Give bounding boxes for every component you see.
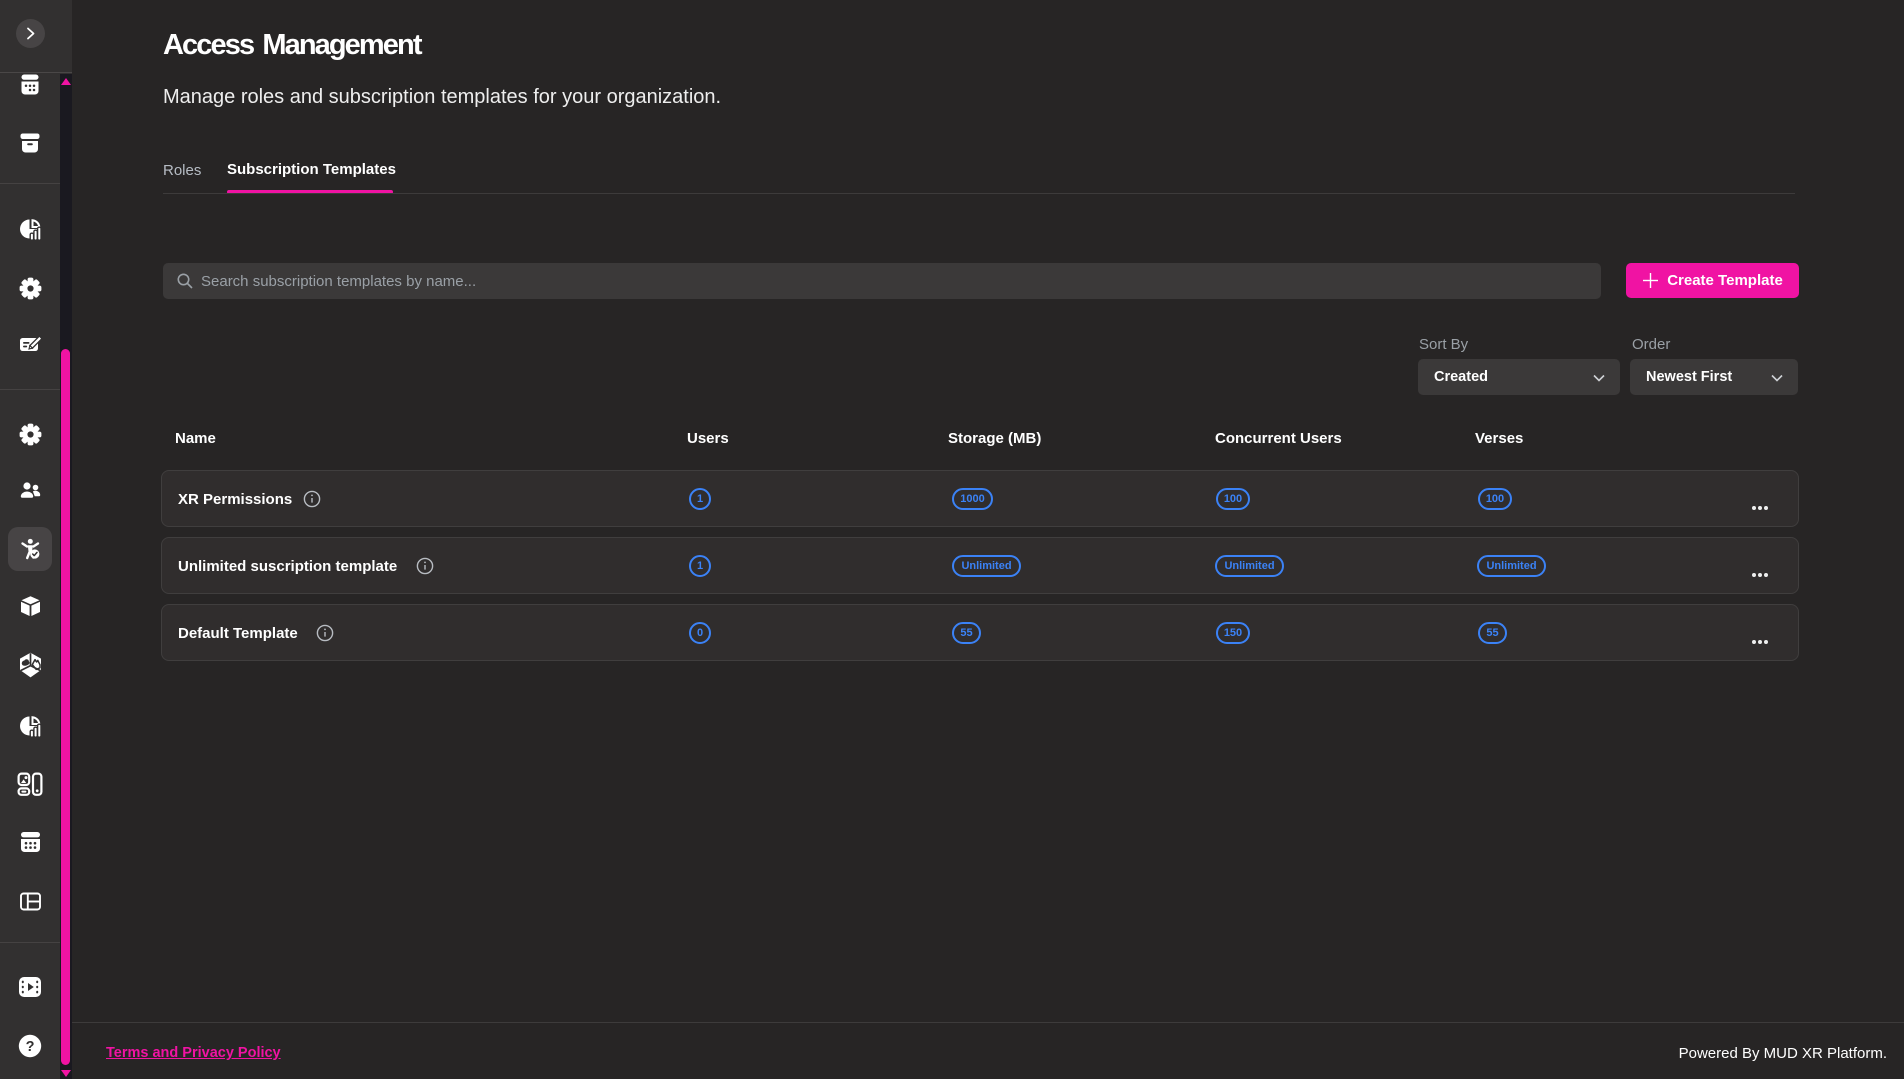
svg-text:?: ? bbox=[26, 1039, 35, 1055]
